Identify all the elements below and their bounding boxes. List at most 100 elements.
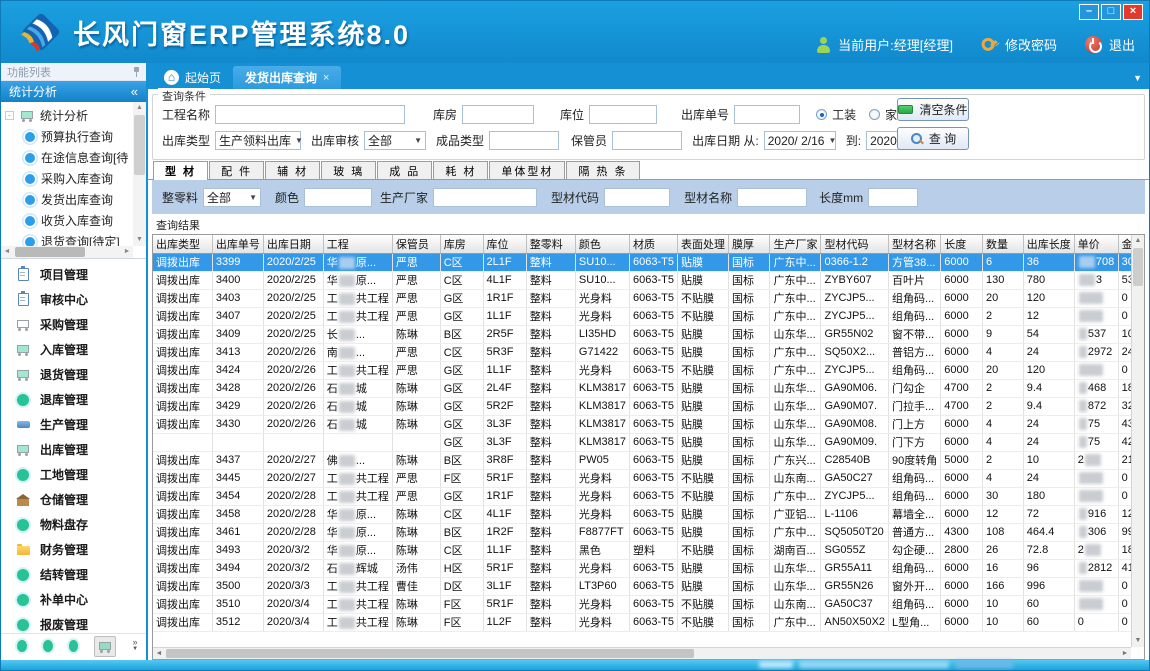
column-header[interactable]: 出库类型 xyxy=(153,235,212,253)
tab-close-icon[interactable]: × xyxy=(323,72,329,84)
column-header[interactable]: 生产厂家 xyxy=(770,235,821,253)
product-type-input[interactable] xyxy=(489,131,559,150)
sidebar-menu-item[interactable]: 项目管理 xyxy=(1,262,146,287)
minimize-button[interactable]: – xyxy=(1079,4,1099,20)
stats-group-header[interactable]: 统计分析 « xyxy=(1,81,146,102)
sidebar-menu-item[interactable]: 财务管理 xyxy=(1,537,146,562)
table-row[interactable]: 调拨出库34002020/2/25华▓▓原...严思C区4L1F整料SU10..… xyxy=(153,271,1144,289)
grid-hscroll-thumb[interactable] xyxy=(166,649,694,658)
change-password-link[interactable]: 修改密码 xyxy=(1005,35,1057,54)
table-row[interactable]: 调拨出库34292020/2/26石▓▓城陈琳G区5R2F整料KLM381760… xyxy=(153,397,1144,415)
sidebar-menu-item[interactable]: 仓储管理 xyxy=(1,487,146,512)
table-row[interactable]: 调拨出库34452020/2/27工▓▓共工程严思F区5R1F整料光身料6063… xyxy=(153,469,1144,487)
length-input[interactable] xyxy=(868,188,918,207)
grid-vertical-scrollbar[interactable]: ▲ ▼ xyxy=(1131,235,1144,647)
scroll-right-icon[interactable]: ► xyxy=(121,246,133,258)
home-radio[interactable] xyxy=(869,109,880,120)
column-header[interactable]: 出库单号 xyxy=(212,235,263,253)
tree-horizontal-scrollbar[interactable]: ◄ ► xyxy=(1,246,133,258)
tabbar-dropdown-icon[interactable]: ▼ xyxy=(1133,73,1142,83)
close-button[interactable]: × xyxy=(1123,4,1143,20)
material-tab[interactable]: 配 件 xyxy=(209,161,264,179)
sidebar-menu-item[interactable]: 生产管理 xyxy=(1,412,146,437)
column-header[interactable]: 膜厚 xyxy=(729,235,770,253)
table-row[interactable]: 调拨出库34582020/2/28华▓▓原...陈琳C区4L1F整料光身料606… xyxy=(153,505,1144,523)
column-header[interactable]: 工程 xyxy=(323,235,392,253)
table-row[interactable]: G区3L3F整料KLM38176063-T5贴膜国标山东华...GA90M09.… xyxy=(153,433,1144,451)
outbound-no-input[interactable] xyxy=(734,105,800,124)
tree-vscroll-thumb[interactable] xyxy=(134,115,145,175)
table-row[interactable]: 调拨出库34282020/2/26石▓▓城陈琳G区2L4F整料KLM381760… xyxy=(153,379,1144,397)
material-tab[interactable]: 耗 材 xyxy=(433,161,488,179)
table-row[interactable]: 调拨出库34542020/2/28工▓▓共工程严思G区1R1F整料光身料6063… xyxy=(153,487,1144,505)
table-row[interactable]: 调拨出库34372020/2/27佛▓▓...陈琳B区3R8F整料PW05606… xyxy=(153,451,1144,469)
tree-item[interactable]: 预算执行查询 xyxy=(5,126,133,147)
sidebar-menu-item[interactable]: 报废管理 xyxy=(1,612,146,633)
tree-item[interactable]: 发货出库查询 xyxy=(5,189,133,210)
tree-vertical-scrollbar[interactable]: ▲ ▼ xyxy=(133,102,146,246)
scroll-left-icon[interactable]: ◄ xyxy=(153,648,165,659)
sidebar-overflow-button[interactable]: » ▼ xyxy=(132,639,138,653)
search-button[interactable]: 查 询 xyxy=(897,127,969,150)
table-row[interactable]: 调拨出库34032020/2/25工▓▓共工程严思G区1R1F整料光身料6063… xyxy=(153,289,1144,307)
profile-code-input[interactable] xyxy=(604,188,670,207)
grid-vscroll-thumb[interactable] xyxy=(1133,248,1143,286)
column-header[interactable]: 型材代码 xyxy=(821,235,889,253)
tree-item[interactable]: 采购入库查询 xyxy=(5,168,133,189)
date-from-picker[interactable]: 2020/ 2/16 ▼ xyxy=(764,131,836,150)
material-tab[interactable]: 型 材 xyxy=(153,161,208,180)
table-row[interactable]: 调拨出库34302020/2/26石▓▓城陈琳G区3L3F整料KLM381760… xyxy=(153,415,1144,433)
profile-name-input[interactable] xyxy=(737,188,807,207)
sidebar-menu-item[interactable]: 退库管理 xyxy=(1,387,146,412)
table-row[interactable]: 调拨出库34932020/3/2华▓▓原...陈琳C区1L1F整料黑色塑料不贴膜… xyxy=(153,541,1144,559)
scroll-up-icon[interactable]: ▲ xyxy=(1132,235,1144,247)
industrial-radio[interactable] xyxy=(816,109,827,120)
material-tab[interactable]: 隔 热 条 xyxy=(566,161,639,179)
outbound-type-select[interactable]: 生产领料出库 ▼ xyxy=(215,131,301,150)
column-header[interactable]: 出库日期 xyxy=(263,235,323,253)
sidebar-menu-item[interactable]: 退货管理 xyxy=(1,362,146,387)
sidebar-menu-item[interactable]: 工地管理 xyxy=(1,462,146,487)
tab-home[interactable]: 起始页 xyxy=(152,66,233,89)
sidebar-menu-item[interactable]: 出库管理 xyxy=(1,437,146,462)
table-row[interactable]: 调拨出库34612020/2/28华▓▓原...陈琳B区1R2F整料F8877F… xyxy=(153,523,1144,541)
column-header[interactable]: 库位 xyxy=(483,235,526,253)
column-header[interactable]: 材质 xyxy=(630,235,678,253)
audit-select[interactable]: 全部 ▼ xyxy=(364,131,426,150)
table-row[interactable]: 调拨出库34072020/2/25工▓▓共工程严思G区1L1F整料光身料6063… xyxy=(153,307,1144,325)
manufacturer-input[interactable] xyxy=(433,188,537,207)
material-tab[interactable]: 辅 材 xyxy=(265,161,320,179)
column-header[interactable]: 保管员 xyxy=(392,235,440,253)
tab-active[interactable]: 发货出库查询× xyxy=(233,66,341,89)
scroll-right-icon[interactable]: ► xyxy=(1119,648,1131,659)
sidebar-menu-item[interactable]: 补单中心 xyxy=(1,587,146,612)
sidebar-menu-item[interactable]: 结转管理 xyxy=(1,562,146,587)
column-header[interactable]: 长度 xyxy=(941,235,983,253)
tree-item[interactable]: 退货查询[待定] xyxy=(5,231,133,246)
table-row[interactable]: 调拨出库34092020/2/25长▓▓...陈琳B区2R5F整料LI35HD6… xyxy=(153,325,1144,343)
circle-icon[interactable] xyxy=(69,640,79,652)
column-header[interactable]: 数量 xyxy=(982,235,1023,253)
grid-horizontal-scrollbar[interactable]: ◄ ► xyxy=(153,647,1131,659)
table-row[interactable]: 调拨出库34942020/3/2石▓▓辉城汤伟H区5R1F整料光身料6063-T… xyxy=(153,559,1144,577)
column-header[interactable]: 库房 xyxy=(440,235,483,253)
table-row[interactable]: 调拨出库33992020/2/25华▓▓原...严思C区2L1F整料SU10..… xyxy=(153,253,1144,271)
column-header[interactable]: 出库长度 xyxy=(1023,235,1074,253)
sidebar-menu-item[interactable]: 入库管理 xyxy=(1,337,146,362)
tree-hscroll-thumb[interactable] xyxy=(15,247,85,257)
sidebar-menu-item[interactable]: 审核中心 xyxy=(1,287,146,312)
keeper-input[interactable] xyxy=(612,131,682,150)
table-row[interactable]: 调拨出库35122020/3/4工▓▓共工程陈琳F区1L2F整料光身料6063-… xyxy=(153,613,1144,631)
scroll-down-icon[interactable]: ▼ xyxy=(1132,635,1144,647)
scroll-up-icon[interactable]: ▲ xyxy=(133,102,146,114)
pin-icon[interactable] xyxy=(133,66,140,77)
column-header[interactable]: 单价 xyxy=(1074,235,1118,253)
circle-icon[interactable] xyxy=(17,640,27,652)
tree-item[interactable]: 收货入库查询 xyxy=(5,210,133,231)
table-row[interactable]: 调拨出库34132020/2/26南▓▓...严思C区5R3F整料G714226… xyxy=(153,343,1144,361)
warehouse-input[interactable] xyxy=(462,105,534,124)
column-header[interactable]: 表面处理 xyxy=(678,235,729,253)
whole-part-select[interactable]: 全部 ▼ xyxy=(203,188,261,207)
column-header[interactable]: 整零料 xyxy=(526,235,575,253)
material-tab[interactable]: 单体型材 xyxy=(489,161,565,179)
